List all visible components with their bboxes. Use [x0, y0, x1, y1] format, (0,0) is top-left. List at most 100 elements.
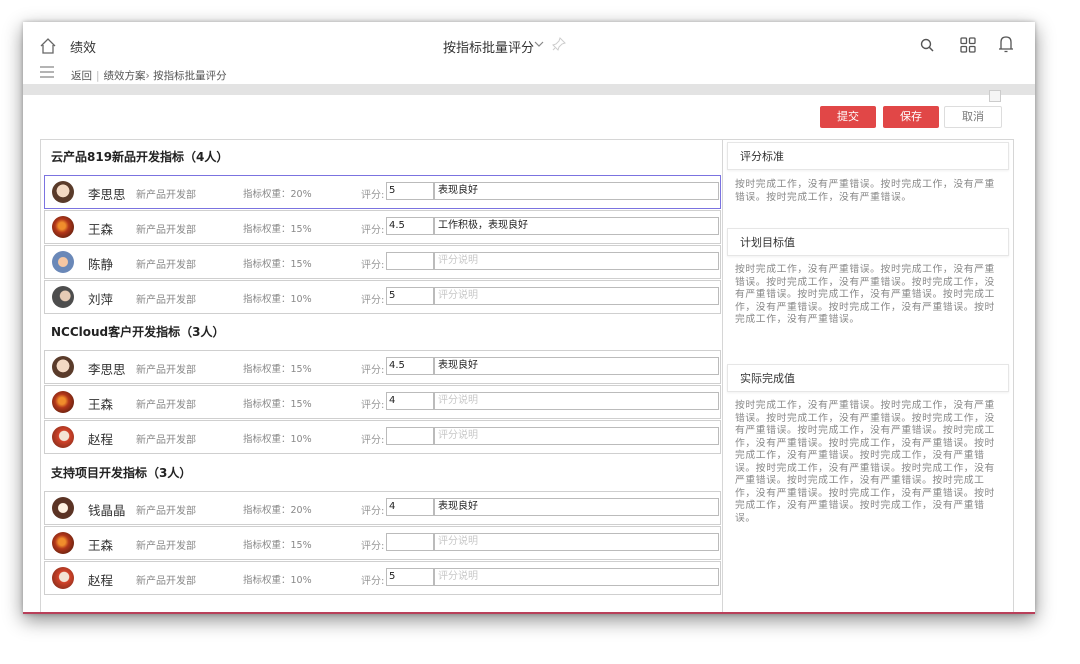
score-input[interactable]: 4.5: [386, 357, 434, 375]
app-title: 绩效: [70, 41, 97, 56]
employee-name: 李思思: [88, 187, 126, 202]
group-title: 云产品819新品开发指标（4人）: [51, 150, 229, 164]
weight-label: 指标权重：10%: [243, 434, 312, 445]
save-button[interactable]: 保存: [883, 106, 939, 128]
weight-label: 指标权重：10%: [243, 575, 312, 586]
employee-name: 钱晶晶: [88, 503, 126, 518]
score-label: 评分:: [361, 435, 385, 446]
breadcrumb: 返回 | 绩效方案› 按指标批量评分: [71, 70, 227, 82]
table-row[interactable]: 李思思 新产品开发部 指标权重：20% 评分: 5 表现良好: [44, 175, 721, 209]
comment-input[interactable]: 评分说明: [434, 427, 719, 445]
table-row[interactable]: 王森 新产品开发部 指标权重：15% 评分: 4.5 工作积极，表现良好: [44, 210, 721, 244]
table-row[interactable]: 王森 新产品开发部 指标权重：15% 评分: 4 评分说明: [44, 385, 721, 419]
score-input[interactable]: 4: [386, 498, 434, 516]
comment-input[interactable]: 评分说明: [434, 533, 719, 551]
breadcrumb-current: 按指标批量评分: [153, 70, 227, 82]
avatar: [52, 181, 74, 203]
score-label: 评分:: [361, 541, 385, 552]
employee-name: 赵程: [88, 573, 114, 588]
home-icon[interactable]: [39, 37, 57, 55]
pin-icon[interactable]: [552, 37, 566, 51]
score-input[interactable]: 5: [386, 568, 434, 586]
table-row[interactable]: 王森 新产品开发部 指标权重：15% 评分: 评分说明: [44, 526, 721, 560]
department-label: 新产品开发部: [136, 506, 196, 517]
employee-name: 王森: [88, 397, 114, 412]
avatar: [52, 251, 74, 273]
weight-label: 指标权重：15%: [243, 224, 312, 235]
comment-input[interactable]: 评分说明: [434, 392, 719, 410]
comment-input[interactable]: 工作积极，表现良好: [434, 217, 719, 235]
weight-label: 指标权重：15%: [243, 399, 312, 410]
standard-header: 评分标准: [727, 142, 1009, 170]
detail-panel: 评分标准 按时完成工作，没有严重错误。按时完成工作，没有严重错误。按时完成工作，…: [722, 139, 1014, 614]
chevron-down-icon[interactable]: [533, 38, 545, 50]
table-row[interactable]: 赵程 新产品开发部 指标权重：10% 评分: 5 评分说明: [44, 561, 721, 595]
score-label: 评分:: [361, 576, 385, 587]
weight-label: 指标权重：10%: [243, 294, 312, 305]
score-input[interactable]: 5: [386, 182, 434, 200]
score-input[interactable]: [386, 252, 434, 270]
employee-name: 赵程: [88, 432, 114, 447]
top-header: 绩效 按指标批量评分 返回 | 绩效方案› 按指标批量评分: [23, 22, 1035, 84]
comment-input[interactable]: 表现良好: [434, 182, 719, 200]
employee-name: 王森: [88, 538, 114, 553]
score-input[interactable]: [386, 533, 434, 551]
department-label: 新产品开发部: [136, 400, 196, 411]
avatar: [52, 567, 74, 589]
bell-icon[interactable]: [997, 34, 1015, 54]
weight-label: 指标权重：20%: [243, 505, 312, 516]
table-row[interactable]: 陈静 新产品开发部 指标权重：15% 评分: 评分说明: [44, 245, 721, 279]
cancel-button[interactable]: 取消: [944, 106, 1002, 128]
department-label: 新产品开发部: [136, 435, 196, 446]
comment-input[interactable]: 表现良好: [434, 357, 719, 375]
target-text: 按时完成工作，没有严重错误。按时完成工作，没有严重错误。按时完成工作，没有严重错…: [735, 264, 995, 325]
search-icon[interactable]: [919, 37, 935, 53]
employee-name: 陈静: [88, 257, 114, 272]
score-label: 评分:: [361, 190, 385, 201]
back-link[interactable]: 返回: [71, 70, 92, 82]
department-label: 新产品开发部: [136, 260, 196, 271]
table-row[interactable]: 李思思 新产品开发部 指标权重：15% 评分: 4.5 表现良好: [44, 350, 721, 384]
app-window: 绩效 按指标批量评分 返回 | 绩效方案› 按指标批量评分 提交 保存 取消 云产品…: [23, 22, 1035, 614]
department-label: 新产品开发部: [136, 365, 196, 376]
actual-text: 按时完成工作，没有严重错误。按时完成工作，没有严重错误。按时完成工作，没有严重错…: [735, 400, 995, 524]
avatar: [52, 286, 74, 308]
indicator-list-panel: 云产品819新品开发指标（4人） 李思思 新产品开发部 指标权重：20% 评分: 5 表现良…: [40, 139, 723, 614]
group-title: NCCloud客户开发指标（3人）: [51, 325, 225, 339]
avatar: [52, 497, 74, 519]
submit-button[interactable]: 提交: [820, 106, 876, 128]
employee-name: 王森: [88, 222, 114, 237]
group-title: 支持项目开发指标（3人）: [51, 466, 192, 480]
avatar: [52, 356, 74, 378]
score-input[interactable]: 4.5: [386, 217, 434, 235]
target-header: 计划目标值: [727, 228, 1009, 256]
breadcrumb-plan[interactable]: 绩效方案: [104, 70, 146, 82]
table-row[interactable]: 钱晶晶 新产品开发部 指标权重：20% 评分: 4 表现良好: [44, 491, 721, 525]
comment-input[interactable]: 评分说明: [434, 252, 719, 270]
avatar: [52, 426, 74, 448]
menu-icon[interactable]: [39, 65, 55, 79]
table-row[interactable]: 刘萍 新产品开发部 指标权重：10% 评分: 5 评分说明: [44, 280, 721, 314]
department-label: 新产品开发部: [136, 576, 196, 587]
avatar: [52, 216, 74, 238]
comment-input[interactable]: 评分说明: [434, 568, 719, 586]
score-label: 评分:: [361, 225, 385, 236]
avatar: [52, 391, 74, 413]
score-input[interactable]: 5: [386, 287, 434, 305]
corner-box: [989, 90, 1001, 102]
actual-header: 实际完成值: [727, 364, 1009, 392]
employee-name: 李思思: [88, 362, 126, 377]
table-row[interactable]: 赵程 新产品开发部 指标权重：10% 评分: 评分说明: [44, 420, 721, 454]
score-label: 评分:: [361, 400, 385, 411]
grid-icon[interactable]: [959, 36, 977, 54]
bottom-accent-line: [23, 612, 1035, 614]
weight-label: 指标权重：15%: [243, 364, 312, 375]
department-label: 新产品开发部: [136, 225, 196, 236]
score-label: 评分:: [361, 506, 385, 517]
department-label: 新产品开发部: [136, 190, 196, 201]
score-input[interactable]: [386, 427, 434, 445]
comment-input[interactable]: 评分说明: [434, 287, 719, 305]
comment-input[interactable]: 表现良好: [434, 498, 719, 516]
page-title[interactable]: 按指标批量评分: [443, 37, 534, 56]
score-input[interactable]: 4: [386, 392, 434, 410]
